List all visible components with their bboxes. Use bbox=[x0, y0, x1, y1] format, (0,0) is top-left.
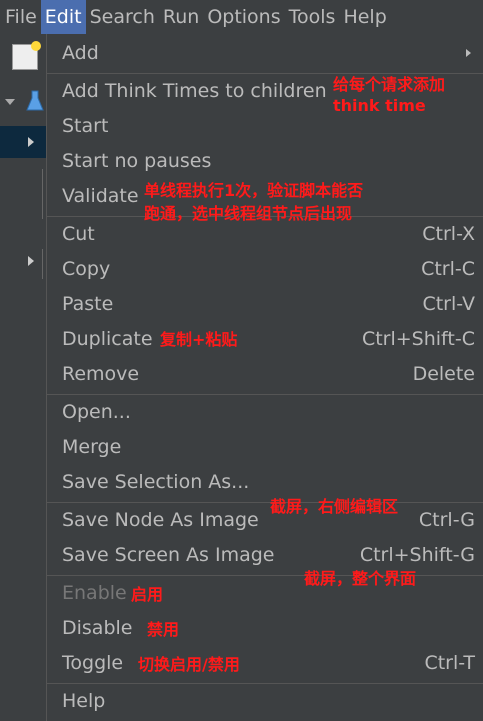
annotation-think-time-line1: 给每个请求添加 bbox=[333, 75, 446, 94]
menu-item-label: Enable bbox=[62, 582, 127, 604]
menu-item-label: Paste bbox=[62, 293, 114, 315]
menu-item-copy[interactable]: Copy Ctrl-C bbox=[47, 252, 483, 286]
menu-item-label: Duplicate bbox=[62, 328, 153, 350]
annotation-duplicate: 复制+粘贴 bbox=[160, 330, 238, 349]
tree-guide-line bbox=[42, 169, 43, 219]
annotation-disable: 禁用 bbox=[147, 620, 180, 639]
menu-item-save-screen-as-image[interactable]: Save Screen As Image Ctrl+Shift-G bbox=[47, 538, 483, 572]
menu-item-label: Save Selection As... bbox=[62, 471, 250, 493]
annotation-toggle: 切换启用/禁用 bbox=[138, 655, 240, 674]
menu-help[interactable]: Help bbox=[339, 0, 390, 34]
annotation-validate-line2: 跑通，选中线程组节点后出现 bbox=[144, 204, 353, 223]
menu-item-duplicate[interactable]: Duplicate Ctrl+Shift-C bbox=[47, 322, 483, 356]
menu-item-merge[interactable]: Merge bbox=[47, 430, 483, 464]
menu-item-shortcut: Ctrl-C bbox=[421, 258, 475, 280]
menu-item-label: Start bbox=[62, 115, 109, 137]
menu-item-label: Merge bbox=[62, 436, 122, 458]
menu-item-remove[interactable]: Remove Delete bbox=[47, 357, 483, 391]
menu-bar: File Edit Search Run Options Tools Help bbox=[0, 0, 483, 34]
menu-item-shortcut: Ctrl+Shift-C bbox=[361, 328, 475, 350]
tree-guide-line bbox=[42, 249, 43, 279]
tree-expand-icon[interactable] bbox=[5, 99, 15, 105]
menu-options[interactable]: Options bbox=[203, 0, 284, 34]
menu-item-label: Remove bbox=[62, 363, 140, 385]
new-test-plan-icon[interactable] bbox=[12, 41, 41, 70]
menu-item-shortcut: Ctrl-X bbox=[422, 223, 475, 245]
menu-item-help[interactable]: Help bbox=[47, 684, 483, 718]
menu-item-shortcut: Delete bbox=[412, 363, 475, 385]
menu-item-shortcut: Ctrl+Shift-G bbox=[359, 544, 475, 566]
menu-item-label: Help bbox=[62, 690, 106, 712]
menu-item-shortcut: Ctrl-G bbox=[418, 509, 475, 531]
annotation-save-node: 截屏，右侧编辑区 bbox=[270, 497, 399, 516]
menu-item-shortcut: Ctrl-V bbox=[422, 293, 475, 315]
annotation-validate-line1: 单线程执行1次，验证脚本能否 bbox=[144, 181, 364, 200]
selected-tree-row[interactable] bbox=[0, 126, 46, 158]
menu-search[interactable]: Search bbox=[86, 0, 159, 34]
menu-item-disable[interactable]: Disable bbox=[47, 611, 483, 645]
menu-run[interactable]: Run bbox=[159, 0, 203, 34]
menu-item-paste[interactable]: Paste Ctrl-V bbox=[47, 287, 483, 321]
menu-item-shortcut: Ctrl-T bbox=[424, 652, 475, 674]
menu-edit[interactable]: Edit bbox=[40, 0, 86, 34]
menu-item-add[interactable]: Add bbox=[47, 36, 483, 70]
menu-item-label: Save Node As Image bbox=[62, 509, 259, 531]
annotation-enable: 启用 bbox=[131, 585, 164, 604]
menu-item-save-selection-as[interactable]: Save Selection As... bbox=[47, 465, 483, 499]
menu-item-label: Start no pauses bbox=[62, 150, 212, 172]
menu-item-label: Add bbox=[62, 42, 99, 64]
menu-tools[interactable]: Tools bbox=[285, 0, 340, 34]
menu-item-enable: Enable bbox=[47, 576, 483, 610]
menu-item-label: Save Screen As Image bbox=[62, 544, 275, 566]
menu-item-toggle[interactable]: Toggle Ctrl-T bbox=[47, 646, 483, 680]
menu-item-start-no-pauses[interactable]: Start no pauses bbox=[47, 144, 483, 178]
menu-item-label: Cut bbox=[62, 223, 95, 245]
menu-file[interactable]: File bbox=[0, 0, 41, 34]
menu-item-save-node-as-image[interactable]: Save Node As Image Ctrl-G bbox=[47, 503, 483, 537]
menu-item-label: Validate bbox=[62, 185, 139, 207]
tree-collapse-arrow-icon[interactable] bbox=[28, 137, 34, 147]
menu-item-label: Add Think Times to children bbox=[62, 80, 327, 102]
submenu-arrow-icon bbox=[466, 49, 471, 57]
edit-dropdown-menu: Add Add Think Times to children Start St… bbox=[46, 34, 483, 721]
tree-expand-arrow-icon[interactable] bbox=[28, 256, 34, 266]
test-plan-tree-area bbox=[0, 34, 46, 721]
test-plan-flask-icon bbox=[26, 90, 44, 111]
menu-item-label: Disable bbox=[62, 617, 133, 639]
menu-item-label: Copy bbox=[62, 258, 111, 280]
menu-item-open[interactable]: Open... bbox=[47, 395, 483, 429]
annotation-think-time-line2: think time bbox=[333, 96, 426, 115]
annotation-save-screen: 截屏，整个界面 bbox=[304, 569, 417, 588]
menu-item-label: Toggle bbox=[62, 652, 124, 674]
menu-item-label: Open... bbox=[62, 401, 131, 423]
